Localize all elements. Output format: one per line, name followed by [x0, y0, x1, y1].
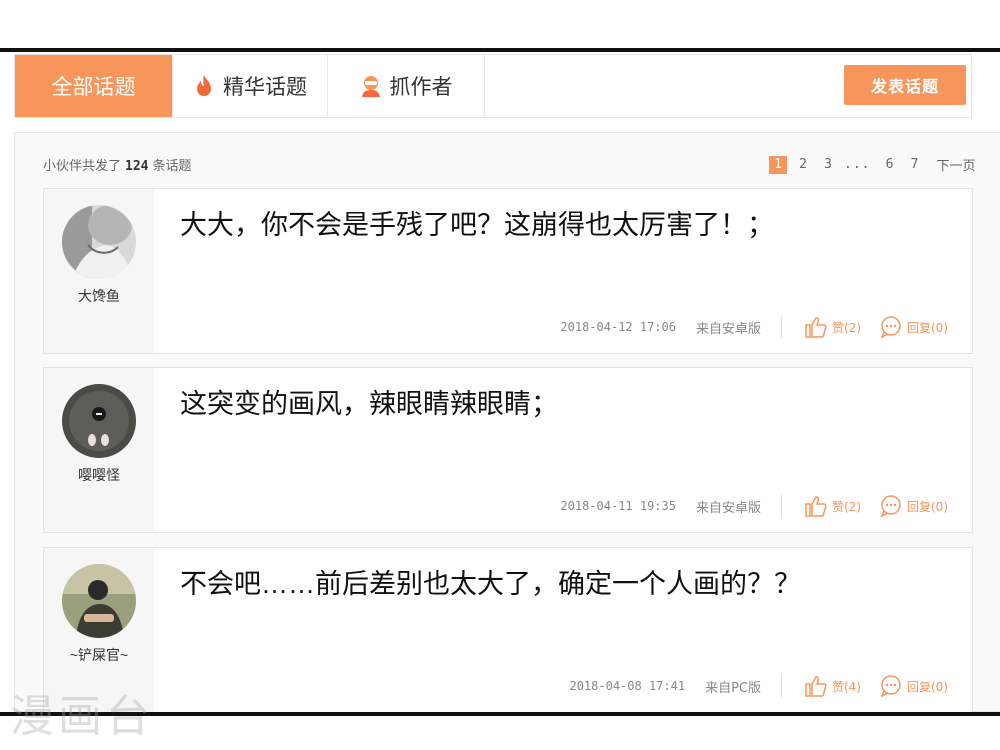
- comment-source: 来自PC版: [705, 680, 761, 696]
- comment-date: 2018-04-11 19:35: [560, 499, 676, 513]
- avatar[interactable]: [62, 205, 136, 279]
- meta-divider: [781, 675, 782, 697]
- like-count: 赞(2): [832, 320, 861, 335]
- topic-tabbar: 全部话题 精华话题 抓作者 发表话题: [14, 54, 972, 118]
- topic-count: 124: [125, 159, 149, 174]
- watermark-logo: 漫画台: [10, 692, 154, 741]
- like-button[interactable]: 赞(2): [804, 316, 861, 338]
- tab-all-topics[interactable]: 全部话题: [15, 55, 173, 117]
- post-topic-button[interactable]: 发表话题: [844, 65, 966, 105]
- summary-prefix: 小伙伴共发了: [43, 159, 122, 174]
- reply-bubble-icon: [880, 316, 901, 338]
- top-frame-border: [0, 48, 1000, 52]
- avatar[interactable]: [62, 384, 136, 458]
- comment-card: 嘤嘤怪 这突变的画风，辣眼睛辣眼睛； 2018-04-11 19:35 来自安卓…: [43, 367, 973, 533]
- tab-author-label: 抓作者: [389, 75, 453, 99]
- comment-date: 2018-04-08 17:41: [569, 679, 686, 693]
- comment-author-panel: 大馋鱼: [44, 189, 154, 353]
- reply-bubble-icon: [880, 675, 901, 697]
- author-avatar-icon: [360, 74, 382, 98]
- topic-count-summary: 小伙伴共发了 124 条话题: [43, 155, 192, 174]
- reply-bubble-icon: [880, 495, 901, 517]
- avatar[interactable]: [62, 564, 136, 638]
- username[interactable]: 大馋鱼: [44, 286, 154, 306]
- tab-all-label: 全部话题: [51, 75, 136, 99]
- reply-button[interactable]: 回复(0): [879, 675, 948, 697]
- summary-suffix: 条话题: [152, 159, 192, 174]
- like-button[interactable]: 赞(4): [804, 675, 861, 697]
- comment-text: 不会吧……前后差别也太大了，确定一个人画的？？: [180, 569, 801, 599]
- comment-source: 来自安卓版: [695, 500, 761, 516]
- comment-meta: 2018-04-12 17:06 来自安卓版 赞(2) 回复(0): [560, 316, 948, 338]
- comment-text: 大大，你不会是手残了吧？这崩得也太厉害了！；: [180, 210, 774, 240]
- comment-card: ~铲屎官~ 不会吧……前后差别也太大了，确定一个人画的？？ 2018-04-08…: [43, 547, 973, 713]
- thumbs-up-icon: [805, 676, 827, 697]
- comment-meta: 2018-04-08 17:41 来自PC版 赞(4) 回复(0): [569, 675, 948, 697]
- tab-find-author[interactable]: 抓作者: [328, 55, 485, 117]
- comment-source: 来自安卓版: [695, 321, 761, 337]
- like-button[interactable]: 赞(2): [804, 495, 861, 517]
- reply-count: 回复(0): [907, 320, 948, 335]
- username[interactable]: ~铲屎官~: [44, 645, 154, 665]
- page-link-7[interactable]: 7: [905, 156, 923, 174]
- tab-featured-label: 精华话题: [223, 75, 307, 99]
- like-count: 赞(4): [832, 679, 861, 694]
- meta-divider: [781, 316, 782, 338]
- next-page-link[interactable]: 下一页: [936, 155, 975, 174]
- comment-date: 2018-04-12 17:06: [560, 320, 676, 334]
- tab-featured-topics[interactable]: 精华话题: [173, 55, 328, 117]
- page-link-3[interactable]: 3: [819, 156, 837, 174]
- thumbs-up-icon: [805, 496, 827, 517]
- page-link-6[interactable]: 6: [880, 156, 898, 174]
- reply-count: 回复(0): [907, 679, 948, 694]
- page-link-1[interactable]: 1: [769, 155, 787, 174]
- pagination: 1 2 3 ... 6 7 下一页: [769, 155, 976, 174]
- page-link-2[interactable]: 2: [794, 156, 812, 174]
- reply-button[interactable]: 回复(0): [879, 316, 948, 338]
- comment-meta: 2018-04-11 19:35 来自安卓版 赞(2) 回复(0): [560, 495, 948, 517]
- comment-text: 这突变的画风，辣眼睛辣眼睛；: [180, 389, 558, 419]
- flame-icon: [193, 74, 215, 98]
- reply-button[interactable]: 回复(0): [879, 495, 948, 517]
- reply-count: 回复(0): [907, 499, 948, 514]
- page-ellipsis: ...: [844, 157, 871, 172]
- comment-card: 大馋鱼 大大，你不会是手残了吧？这崩得也太厉害了！； 2018-04-12 17…: [43, 188, 973, 354]
- like-count: 赞(2): [832, 499, 861, 514]
- username[interactable]: 嘤嘤怪: [44, 465, 154, 485]
- topic-list-panel: 小伙伴共发了 124 条话题 1 2 3 ... 6 7 下一页 大馋鱼 大大，你不…: [14, 132, 1000, 713]
- thumbs-up-icon: [805, 317, 827, 338]
- meta-divider: [781, 495, 782, 517]
- comment-author-panel: 嘤嘤怪: [44, 368, 154, 532]
